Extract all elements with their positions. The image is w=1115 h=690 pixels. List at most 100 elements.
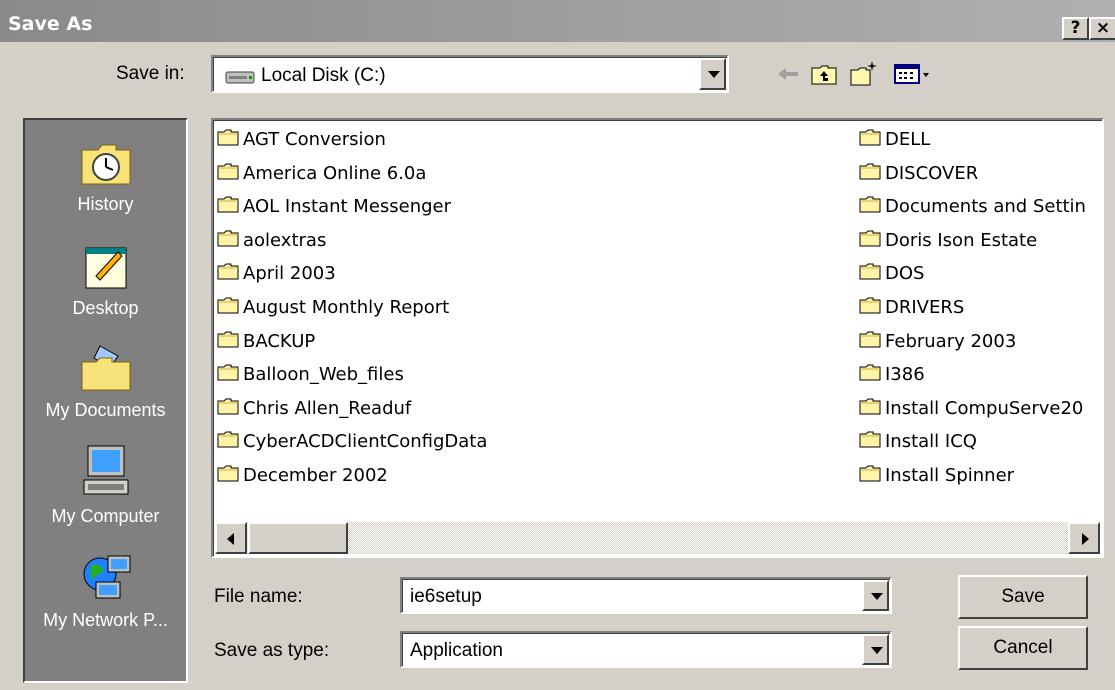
folder-icon: [217, 230, 239, 247]
file-list-item[interactable]: America Online 6.0a: [217, 159, 617, 187]
folder-icon: [217, 331, 239, 348]
save-button[interactable]: Save: [958, 575, 1088, 619]
save-as-type-dropdown[interactable]: Application: [400, 631, 892, 668]
file-name: Chris Allen_Readuf: [243, 397, 412, 419]
file-name-label: File name:: [214, 586, 303, 607]
place-label: Desktop: [72, 298, 139, 318]
file-name: Balloon_Web_files: [243, 364, 404, 386]
file-list-item[interactable]: Documents and Settin: [859, 192, 1099, 220]
folder-icon: [217, 465, 239, 482]
scroll-thumb[interactable]: [248, 522, 348, 554]
file-list-item[interactable]: April 2003: [217, 259, 617, 287]
close-button[interactable]: ×: [1089, 17, 1115, 40]
scroll-left-button[interactable]: [215, 522, 247, 554]
file-list-item[interactable]: aolextras: [217, 226, 617, 254]
file-name: DRIVERS: [885, 297, 965, 318]
file-list-item[interactable]: August Monthly Report: [217, 293, 617, 321]
help-button[interactable]: ?: [1062, 17, 1089, 40]
file-name: February 2003: [885, 330, 1017, 352]
file-name: Doris Ison Estate: [885, 229, 1038, 251]
file-name: AOL Instant Messenger: [243, 196, 452, 218]
file-name: Documents and Settin: [885, 196, 1086, 218]
file-list-item[interactable]: December 2002: [217, 461, 617, 489]
network-places-icon: [83, 555, 130, 599]
file-list-item[interactable]: Install CompuServe20: [859, 394, 1099, 422]
folder-icon: [217, 196, 239, 213]
file-name-value[interactable]: ie6setup: [410, 586, 482, 608]
folder-icon: [859, 431, 881, 448]
save-in-dropdown[interactable]: Local Disk (C:): [211, 55, 729, 93]
folder-icon: [217, 431, 239, 448]
folder-icon: [859, 398, 881, 415]
title-bar[interactable]: [0, 0, 1115, 42]
save-as-type-label: Save as type:: [214, 640, 330, 661]
places-bar: History Desktop My Documents My Computer: [23, 118, 188, 683]
folder-icon: [217, 297, 239, 314]
file-list-item[interactable]: Install Spinner: [859, 461, 1099, 489]
up-folder-icon[interactable]: [808, 58, 840, 90]
place-my-documents[interactable]: My Documents: [25, 340, 186, 421]
file-list-item[interactable]: AOL Instant Messenger: [217, 192, 617, 220]
file-name: DOS: [885, 263, 925, 285]
file-list-item[interactable]: CyberACDClientConfigData: [217, 427, 617, 455]
file-name: Install CompuServe20: [885, 397, 1084, 419]
file-name: aolextras: [243, 229, 327, 251]
file-name-field[interactable]: ie6setup: [400, 577, 892, 614]
file-list-item[interactable]: DELL: [859, 125, 1099, 153]
folder-icon: [217, 163, 239, 180]
file-list-item[interactable]: February 2003: [859, 327, 1099, 355]
desktop-icon: [85, 247, 126, 289]
place-my-computer[interactable]: My Computer: [25, 442, 186, 527]
file-name: August Monthly Report: [243, 297, 450, 318]
place-my-network[interactable]: My Network P...: [25, 550, 186, 631]
scroll-right-button[interactable]: [1068, 522, 1100, 554]
folder-icon: [217, 129, 239, 146]
place-history[interactable]: History: [25, 134, 186, 215]
file-list-item[interactable]: AGT Conversion: [217, 125, 617, 153]
new-folder-icon[interactable]: [848, 58, 880, 90]
folder-icon: [859, 263, 881, 280]
file-list-item[interactable]: Doris Ison Estate: [859, 226, 1099, 254]
folder-icon: [859, 297, 881, 314]
my-documents-icon: [81, 345, 130, 391]
file-name: DELL: [885, 129, 931, 150]
file-name: DISCOVER: [885, 162, 979, 184]
folder-icon: [859, 196, 881, 213]
view-menu-icon[interactable]: [892, 58, 936, 90]
folder-icon: [859, 129, 881, 146]
save-as-type-value: Application: [410, 640, 503, 661]
folder-icon: [859, 163, 881, 180]
file-list-item[interactable]: DRIVERS: [859, 293, 1099, 321]
folder-icon: [217, 263, 239, 280]
file-name: BACKUP: [243, 330, 316, 352]
local-disk-icon: [225, 71, 255, 84]
place-label: My Computer: [51, 506, 160, 526]
cancel-button[interactable]: Cancel: [958, 626, 1088, 670]
history-icon: [81, 144, 130, 185]
file-list-item[interactable]: DOS: [859, 259, 1099, 287]
folder-icon: [859, 230, 881, 247]
folder-icon: [859, 465, 881, 482]
chevron-down-icon[interactable]: [862, 634, 889, 665]
chevron-down-icon[interactable]: [699, 58, 726, 90]
folder-icon: [859, 364, 881, 381]
chevron-down-icon[interactable]: [862, 580, 889, 611]
file-list-item[interactable]: Chris Allen_Readuf: [217, 394, 617, 422]
file-list[interactable]: AGT Conversion America Online 6.0a AOL Ins…: [211, 118, 1104, 558]
file-list-item[interactable]: Balloon_Web_files: [217, 360, 617, 388]
save-in-value: Local Disk (C:): [261, 65, 386, 86]
save-in-label: Save in:: [116, 63, 185, 84]
place-label: My Network P...: [43, 610, 168, 630]
file-list-item[interactable]: DISCOVER: [859, 159, 1099, 187]
file-name: Install ICQ: [885, 431, 977, 453]
horizontal-scrollbar[interactable]: [215, 522, 1100, 554]
file-list-item[interactable]: BACKUP: [217, 327, 617, 355]
place-desktop[interactable]: Desktop: [25, 238, 186, 319]
folder-icon: [859, 331, 881, 348]
file-name: CyberACDClientConfigData: [243, 431, 488, 453]
file-name: America Online 6.0a: [243, 162, 427, 184]
file-list-item[interactable]: Install ICQ: [859, 427, 1099, 455]
file-list-item[interactable]: I386: [859, 360, 1099, 388]
dialog-title: Save As: [8, 13, 93, 35]
back-icon[interactable]: [772, 58, 804, 90]
